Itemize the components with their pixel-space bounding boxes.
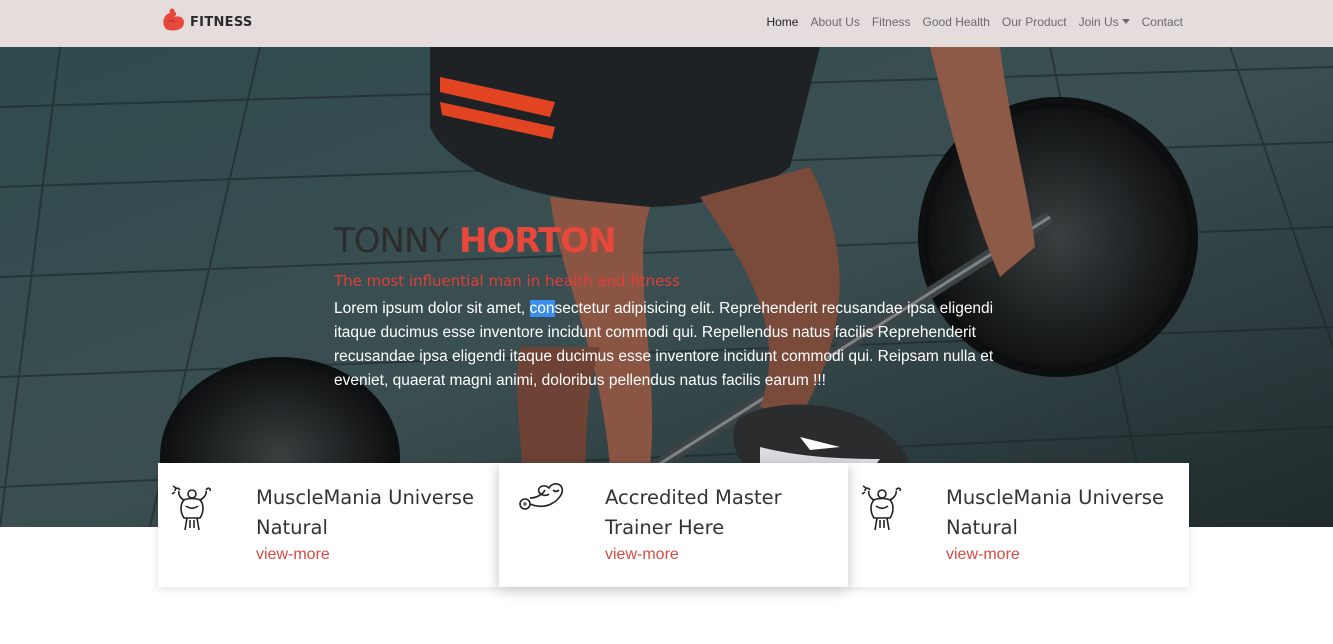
card-title: MuscleMania Universe Natural [256,486,474,539]
view-more-link[interactable]: view-more [946,546,1020,564]
hero-para-selection: con [529,300,555,317]
feature-card: Accredited Master Trainer Here view-more [499,463,848,587]
nav-contact[interactable]: Contact [1142,15,1183,29]
caret-down-icon [1121,19,1130,24]
hero-text-block: TONNY HORTON The most influential man in… [334,222,1006,393]
hero-title-first: TONNY [334,221,449,261]
flexing-arm-icon [517,480,569,520]
hero-paragraph: Lorem ipsum dolor sit amet, consectetur … [334,297,1006,393]
hero-title: TONNY HORTON [334,222,1006,260]
nav-fitness[interactable]: Fitness [872,15,911,29]
nav-our-product[interactable]: Our Product [1002,15,1067,29]
card-title: MuscleMania Universe Natural [946,486,1164,539]
nav-about-us[interactable]: About Us [810,15,859,29]
bodybuilder-icon [856,482,908,534]
brand-logo-link[interactable]: FITNESS [158,6,253,38]
main-nav: Home About Us Fitness Good Health Our Pr… [754,0,1183,44]
view-more-link[interactable]: view-more [605,546,679,564]
card-title: Accredited Master Trainer Here [605,486,782,539]
nav-join-us-label: Join Us [1078,15,1119,29]
nav-good-health[interactable]: Good Health [923,15,990,29]
feature-card: MuscleMania Universe Natural view-more [848,463,1189,587]
feature-card: MuscleMania Universe Natural view-more [158,463,499,587]
muscle-arm-logo-icon [158,6,190,38]
hero-banner: TONNY HORTON The most influential man in… [0,47,1333,527]
top-navbar: FITNESS Home About Us Fitness Good Healt… [0,0,1333,47]
nav-home[interactable]: Home [766,15,798,29]
hero-subtitle: The most influential man in health and f… [334,272,680,290]
nav-join-us-dropdown[interactable]: Join Us [1079,15,1130,29]
view-more-link[interactable]: view-more [256,546,330,564]
hero-para-start: Lorem ipsum dolor sit amet, [334,300,530,317]
bodybuilder-icon [166,482,218,534]
brand-name: FITNESS [190,14,253,30]
hero-title-last: HORTON [459,221,617,261]
feature-cards: MuscleMania Universe Natural view-more A… [158,463,1189,587]
